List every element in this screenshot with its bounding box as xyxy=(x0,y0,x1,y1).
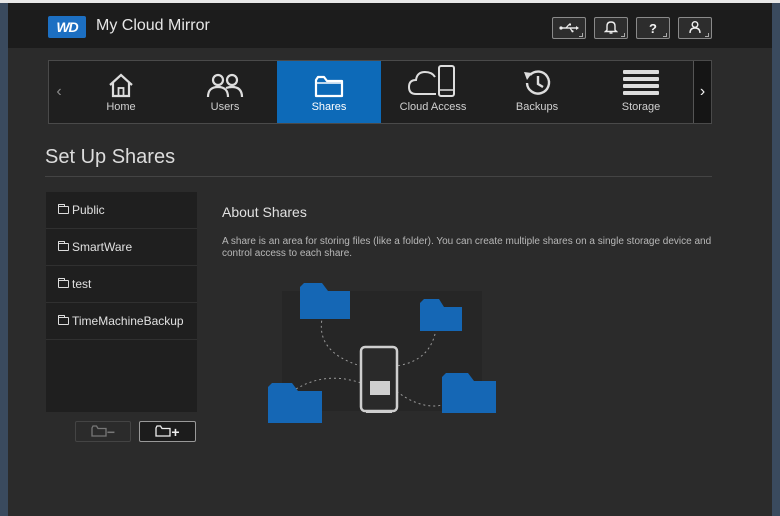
nav-item-storage[interactable]: Storage xyxy=(589,61,693,123)
nav-item-home[interactable]: Home xyxy=(69,61,173,123)
share-label: test xyxy=(72,277,92,291)
nav-prev-button[interactable]: ‹ xyxy=(49,61,69,123)
share-label: SmartWare xyxy=(72,240,133,254)
usb-icon xyxy=(559,21,579,36)
divider xyxy=(45,176,712,177)
home-icon xyxy=(107,61,135,101)
nav-item-cloud-access[interactable]: Cloud Access xyxy=(381,61,485,123)
nav-label: Shares xyxy=(311,101,347,113)
share-list: Public SmartWare test TimeMachineBackup xyxy=(46,192,197,412)
backups-icon xyxy=(521,61,553,101)
add-share-button[interactable]: + xyxy=(139,421,196,442)
folder-icon xyxy=(314,61,344,101)
nav-label: Home xyxy=(106,101,136,113)
wd-logo: WD xyxy=(48,16,86,38)
top-header: WD My Cloud Mirror ? xyxy=(8,3,772,48)
share-label: Public xyxy=(72,203,105,217)
folder-icon xyxy=(58,315,69,325)
nav-next-button[interactable]: › xyxy=(693,61,711,123)
nas-device-icon xyxy=(359,345,399,413)
nav-item-shares[interactable]: Shares xyxy=(277,61,381,123)
nav-item-users[interactable]: Users xyxy=(173,61,277,123)
about-text: A share is an area for storing files (li… xyxy=(222,236,712,259)
share-item-test[interactable]: test xyxy=(46,266,197,303)
help-icon: ? xyxy=(649,20,657,36)
folder-icon xyxy=(155,424,172,440)
plus-icon: + xyxy=(171,423,180,440)
nav-label: Storage xyxy=(621,101,661,113)
app-window: WD My Cloud Mirror ? ‹ Home Users Shares… xyxy=(8,3,772,516)
nav-label: Backups xyxy=(515,101,559,113)
bell-icon xyxy=(603,20,619,37)
main-nav: ‹ Home Users Shares Cloud Access Backups… xyxy=(48,60,712,124)
app-title: My Cloud Mirror xyxy=(96,17,210,34)
page-title: Set Up Shares xyxy=(45,146,176,168)
folder-icon xyxy=(91,424,107,440)
about-title: About Shares xyxy=(222,204,307,220)
nav-label: Users xyxy=(210,101,240,113)
share-item-timemachinebackup[interactable]: TimeMachineBackup xyxy=(46,303,197,340)
folder-icon xyxy=(58,204,69,214)
share-label: TimeMachineBackup xyxy=(72,314,184,328)
cloud-access-icon xyxy=(408,61,458,101)
share-item-smartware[interactable]: SmartWare xyxy=(46,229,197,266)
nav-item-backups[interactable]: Backups xyxy=(485,61,589,123)
usb-button[interactable] xyxy=(552,17,586,39)
user-button[interactable] xyxy=(678,17,712,39)
folder-icon xyxy=(58,241,69,251)
help-button[interactable]: ? xyxy=(636,17,670,39)
nav-label: Cloud Access xyxy=(399,101,467,113)
users-icon xyxy=(206,61,244,101)
shares-illustration xyxy=(256,271,496,431)
share-item-public[interactable]: Public xyxy=(46,192,197,229)
alerts-button[interactable] xyxy=(594,17,628,39)
user-icon xyxy=(688,20,702,37)
minus-icon: − xyxy=(106,423,116,440)
remove-share-button[interactable]: − xyxy=(75,421,131,442)
storage-icon xyxy=(622,61,660,101)
folder-icon xyxy=(58,278,69,288)
